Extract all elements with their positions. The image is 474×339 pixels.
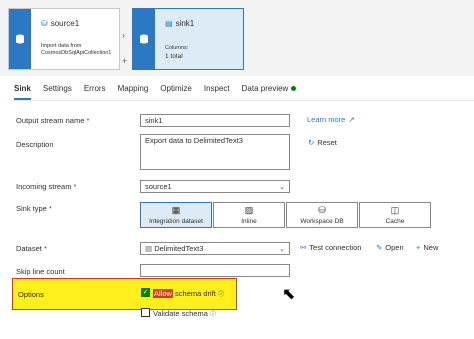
sink-type-inline[interactable]: ▨ Inline <box>213 202 285 228</box>
plug-icon: ⚯ <box>300 243 307 252</box>
inline-icon: ▨ <box>244 205 254 215</box>
incoming-stream-value: source1 <box>145 182 172 191</box>
incoming-stream-label: Incoming stream * <box>16 182 77 191</box>
open-button[interactable]: ✎ Open <box>376 243 404 252</box>
allow-schema-drift-label: Allow schema drift ⓘ <box>153 289 224 298</box>
sink-tabs: Sink Settings Errors Mapping Optimize In… <box>14 84 308 100</box>
mouse-cursor-icon: ⬉ <box>282 286 296 303</box>
tab-mapping[interactable]: Mapping <box>118 84 149 100</box>
chevron-down-icon: ⌄ <box>279 183 285 191</box>
database-icon: ⛁ <box>318 205 326 215</box>
cosmos-db-icon <box>9 9 31 69</box>
source-title-icon: ⛁ <box>41 19 48 28</box>
add-transformation-button[interactable]: + <box>122 56 127 66</box>
source-node[interactable]: ⛁ source1 Import data from CosmosDbSqlAp… <box>8 8 120 70</box>
options-label: Options <box>18 290 44 299</box>
tab-data-preview[interactable]: Data preview <box>242 84 297 100</box>
description-label: Description <box>16 140 54 149</box>
reset-icon: ↻ <box>308 138 315 147</box>
tab-errors[interactable]: Errors <box>84 84 106 100</box>
sink-title-icon: ▤ <box>165 19 173 28</box>
info-icon: ⓘ <box>217 292 224 298</box>
dataset-value: DelimitedText3 <box>154 244 204 253</box>
learn-more-link[interactable]: Learn more ↗ <box>307 115 355 124</box>
skip-line-count-label: Skip line count <box>16 267 65 276</box>
table-icon: ▦ <box>171 205 181 215</box>
external-link-icon: ↗ <box>348 115 355 124</box>
dataset-file-icon: ▤ <box>145 244 153 253</box>
tab-sink[interactable]: Sink <box>14 84 31 100</box>
sink-type-integration-dataset[interactable]: ▦ Integration dataset <box>140 202 212 228</box>
reset-button[interactable]: ↻ Reset <box>308 138 337 147</box>
cache-icon: ◫ <box>390 205 400 215</box>
sink-type-cache[interactable]: ◫ Cache <box>359 202 431 228</box>
chevron-down-icon: ⌄ <box>279 245 285 253</box>
source-node-description: Import data from CosmosDbSqlApiCollectio… <box>41 43 112 56</box>
sink-type-workspace-db[interactable]: ⛁ Workspace DB <box>286 202 358 228</box>
plus-icon: + <box>416 243 421 252</box>
dataset-select[interactable]: ▤ DelimitedText3 ⌄ <box>140 242 290 255</box>
sink-type-label: Sink type * <box>16 204 52 213</box>
sink-columns-label: Columns: <box>165 45 189 51</box>
dataset-value-wrap: ▤ DelimitedText3 <box>145 244 203 253</box>
tab-divider <box>14 100 474 101</box>
allow-schema-drift-checkbox[interactable]: ✓ <box>141 288 150 297</box>
status-dot-icon <box>291 86 297 92</box>
sink-db-icon <box>133 9 155 69</box>
test-connection-button[interactable]: ⚯ Test connection <box>300 243 361 252</box>
info-icon: ⓘ <box>210 312 217 318</box>
sink-node[interactable]: ▤ sink1 Columns: 1 total <box>132 8 244 70</box>
validate-schema-checkbox[interactable] <box>141 308 150 317</box>
dataflow-canvas: ⛁ source1 Import data from CosmosDbSqlAp… <box>0 0 474 76</box>
output-stream-name-input[interactable]: sink1 <box>140 114 290 127</box>
dataset-label: Dataset * <box>16 244 47 253</box>
tab-data-preview-label: Data preview <box>241 84 289 93</box>
tab-settings[interactable]: Settings <box>43 84 72 100</box>
description-textarea[interactable]: Export data to DelimitedText3 <box>140 134 290 170</box>
sink-node-title: sink1 <box>175 19 195 28</box>
connector-arrow: › <box>122 30 125 40</box>
incoming-stream-select[interactable]: source1 ⌄ <box>140 180 290 193</box>
validate-schema-label: Validate schema ⓘ <box>153 309 217 318</box>
skip-line-count-input[interactable] <box>140 264 290 277</box>
tab-inspect[interactable]: Inspect <box>204 84 230 100</box>
output-stream-name-label: Output stream name * <box>16 116 90 125</box>
source-node-title: source1 <box>50 19 80 28</box>
new-button[interactable]: + New <box>416 243 438 252</box>
sink-columns-value: 1 total <box>165 53 183 60</box>
pencil-icon: ✎ <box>376 243 383 252</box>
tab-optimize[interactable]: Optimize <box>160 84 192 100</box>
